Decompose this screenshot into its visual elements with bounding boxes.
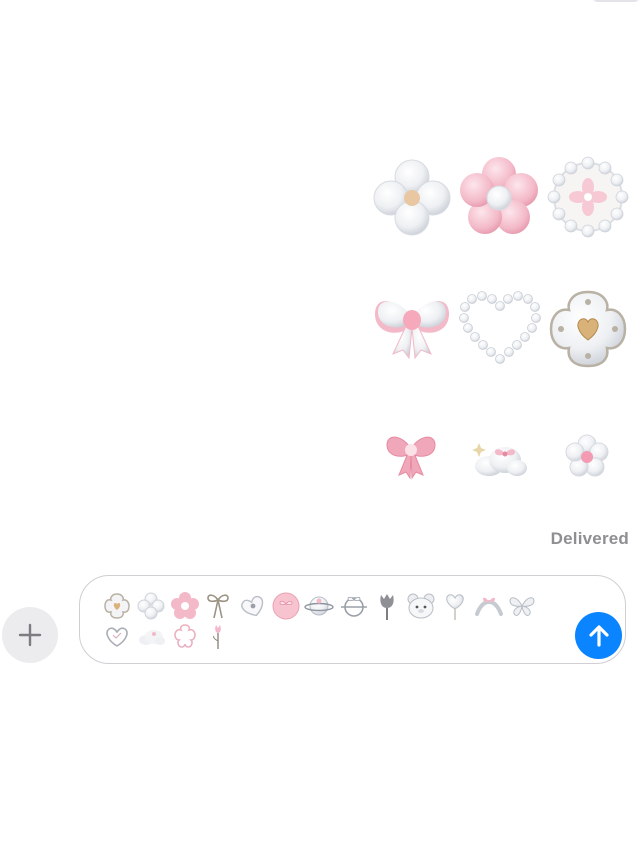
attachment-crossed-bow[interactable] xyxy=(474,591,504,621)
attachment-clover[interactable] xyxy=(136,591,166,621)
attachment-heart-balloon[interactable] xyxy=(440,591,470,621)
attachment-tulip-stem[interactable] xyxy=(203,621,233,651)
attachment-flower-outline[interactable] xyxy=(170,621,200,651)
clover-heart-sticker[interactable] xyxy=(371,155,453,239)
pink-flower-sticker[interactable] xyxy=(458,156,540,238)
pearl-heart-sticker[interactable] xyxy=(459,290,541,365)
cloud-bow-sparkle-sticker[interactable] xyxy=(469,432,529,478)
top-pill-indicator xyxy=(592,0,640,2)
attachment-butterfly[interactable] xyxy=(507,591,537,621)
attachment-heart-outline[interactable] xyxy=(102,621,132,651)
attachment-ring-bow[interactable] xyxy=(339,591,369,621)
attachment-pink-flower[interactable] xyxy=(170,591,200,621)
attachment-pink-button[interactable] xyxy=(271,591,301,621)
small-flower-sticker[interactable] xyxy=(565,434,609,478)
attachment-ribbon-bow[interactable] xyxy=(203,591,233,621)
attachment-planet-bow[interactable] xyxy=(304,591,334,621)
send-button[interactable] xyxy=(575,612,622,659)
add-attachment-button[interactable] xyxy=(2,607,58,663)
attachment-tulip[interactable] xyxy=(372,591,402,621)
delivered-status: Delivered xyxy=(550,529,629,548)
white-bow-sticker[interactable] xyxy=(371,290,453,360)
attachment-quatrefoil-charm[interactable] xyxy=(102,591,132,621)
arrow-up-icon xyxy=(588,624,609,647)
attachment-bear-face[interactable] xyxy=(406,591,436,621)
attachment-cloud[interactable] xyxy=(136,621,166,651)
plus-icon xyxy=(18,623,42,647)
gold-heart-quatrefoil-sticker[interactable] xyxy=(547,288,629,370)
pearl-flower-ring-sticker[interactable] xyxy=(547,156,629,238)
pink-bow-sticker[interactable] xyxy=(385,431,437,480)
attachment-heart-charm[interactable] xyxy=(238,591,268,621)
